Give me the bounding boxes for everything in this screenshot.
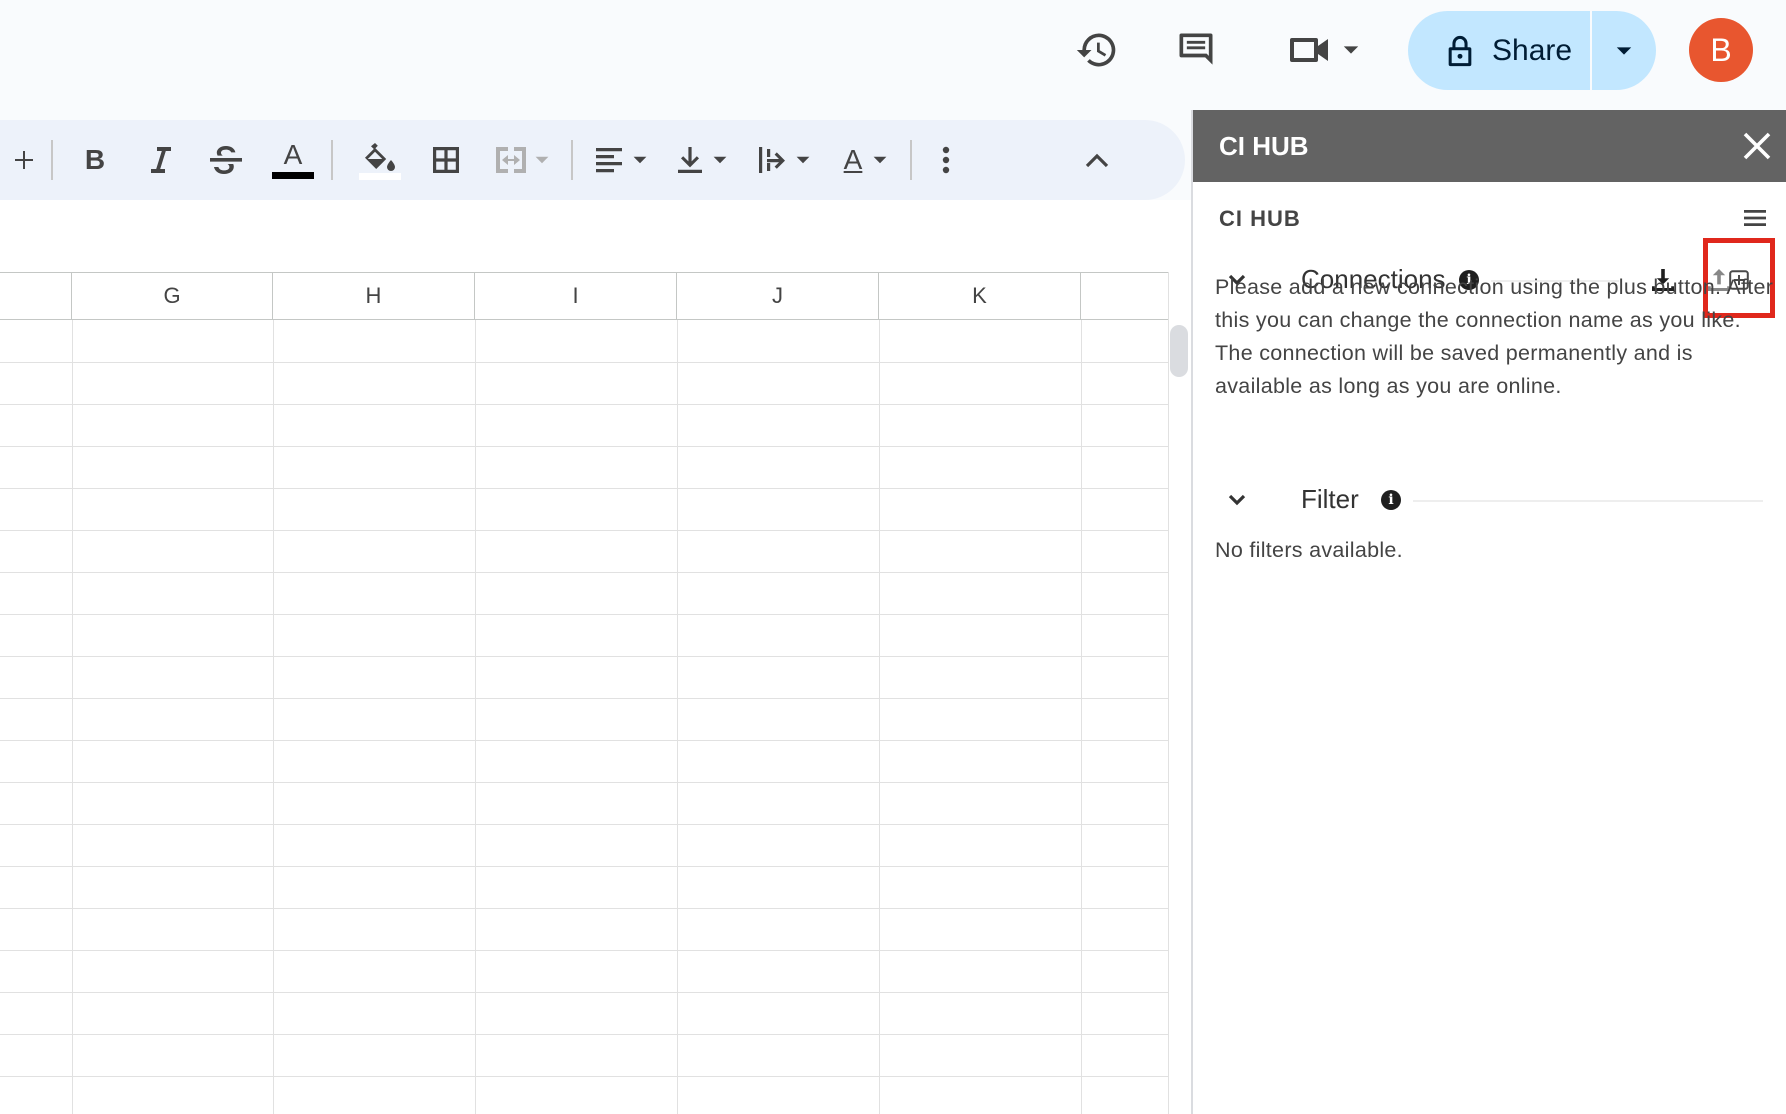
grid-column-line — [475, 320, 476, 1114]
info-icon[interactable]: i — [1381, 490, 1401, 510]
strikethrough-icon[interactable] — [198, 130, 254, 190]
column-header-h[interactable]: H — [273, 273, 475, 319]
grid-row-line — [0, 488, 1168, 489]
grid-row-line — [0, 530, 1168, 531]
close-icon[interactable] — [1743, 132, 1771, 160]
grid-row-line — [0, 950, 1168, 951]
connections-message: Please add a new connection using the pl… — [1215, 275, 1774, 398]
comments-icon[interactable] — [1168, 22, 1224, 78]
grid-row-line — [0, 656, 1168, 657]
version-history-icon[interactable] — [1069, 22, 1125, 78]
column-header-j[interactable]: J — [677, 273, 879, 319]
insert-icon[interactable] — [4, 130, 44, 190]
grid-row-line — [0, 1034, 1168, 1035]
collapse-menu-icon[interactable] — [1072, 130, 1122, 190]
share-label: Share — [1492, 33, 1573, 67]
grid-row-line — [0, 824, 1168, 825]
filter-message: No filters available. — [1215, 538, 1403, 562]
grid-row-line — [0, 572, 1168, 573]
grid-column-line — [677, 320, 678, 1114]
grid-row-line — [0, 866, 1168, 867]
panel-title: CI HUB — [1219, 130, 1309, 161]
bold-icon[interactable]: B — [70, 130, 120, 190]
horizontal-align-icon[interactable] — [584, 130, 658, 190]
panel-subtitle: CI HUB — [1219, 206, 1301, 231]
rotation-label: A — [843, 144, 863, 175]
meet-video-icon[interactable] — [1278, 22, 1368, 78]
avatar[interactable]: B — [1689, 18, 1753, 82]
grid-row-line — [0, 908, 1168, 909]
share-dropdown-icon — [1616, 46, 1632, 55]
toolbar-divider — [910, 140, 912, 180]
italic-icon[interactable] — [135, 130, 185, 190]
toolbar-divider — [571, 140, 573, 180]
column-header-k[interactable]: K — [879, 273, 1081, 319]
share-dropdown-button[interactable] — [1592, 11, 1656, 90]
column-header-row: G H I J K — [0, 272, 1168, 320]
toolbar-divider — [51, 140, 53, 180]
text-color-icon[interactable]: A — [265, 130, 321, 190]
panel-header: CI HUB — [1193, 110, 1786, 182]
spreadsheet-grid[interactable] — [0, 200, 1191, 1114]
grid-row-line — [0, 782, 1168, 783]
filter-section-header: Filter i — [1219, 480, 1764, 520]
fill-color-swatch — [359, 172, 401, 180]
grid-row-line — [0, 614, 1168, 615]
hamburger-menu-icon[interactable] — [1744, 208, 1766, 228]
grid-column-line — [1081, 320, 1082, 1114]
column-header-i[interactable]: I — [475, 273, 677, 319]
lock-icon — [1448, 35, 1472, 66]
formatting-toolbar: B A A — [0, 120, 1185, 200]
grid-row-line — [0, 404, 1168, 405]
column-header[interactable] — [0, 273, 72, 319]
filter-label: Filter — [1301, 484, 1359, 514]
grid-column-line — [879, 320, 880, 1114]
scrollbar-thumb[interactable] — [1170, 325, 1188, 377]
top-bar: Share B — [0, 0, 1786, 110]
toolbar-divider — [331, 140, 333, 180]
ci-hub-panel: CI HUB CI HUB Connections i Please add a… — [1191, 110, 1786, 1114]
grid-column-line — [273, 320, 274, 1114]
vertical-align-icon[interactable] — [665, 130, 739, 190]
merge-cells-icon[interactable] — [480, 130, 564, 190]
text-wrap-icon[interactable] — [746, 130, 822, 190]
chevron-down-icon[interactable] — [1227, 490, 1247, 510]
vertical-scrollbar[interactable] — [1168, 272, 1191, 1114]
grid-row-line — [0, 446, 1168, 447]
fill-color-icon[interactable] — [348, 130, 412, 190]
column-header-g[interactable]: G — [72, 273, 273, 319]
more-icon[interactable] — [926, 130, 966, 190]
text-rotation-icon[interactable]: A — [828, 130, 904, 190]
borders-icon[interactable] — [416, 130, 476, 190]
grid-row-line — [0, 992, 1168, 993]
grid-row-line — [0, 1076, 1168, 1077]
grid-row-line — [0, 698, 1168, 699]
grid-row-line — [0, 362, 1168, 363]
grid-column-line — [72, 320, 73, 1114]
text-color-label: A — [283, 139, 303, 170]
section-divider — [1413, 500, 1763, 502]
share-button[interactable]: Share — [1408, 11, 1590, 90]
text-color-swatch — [272, 172, 314, 179]
grid-row-line — [0, 740, 1168, 741]
